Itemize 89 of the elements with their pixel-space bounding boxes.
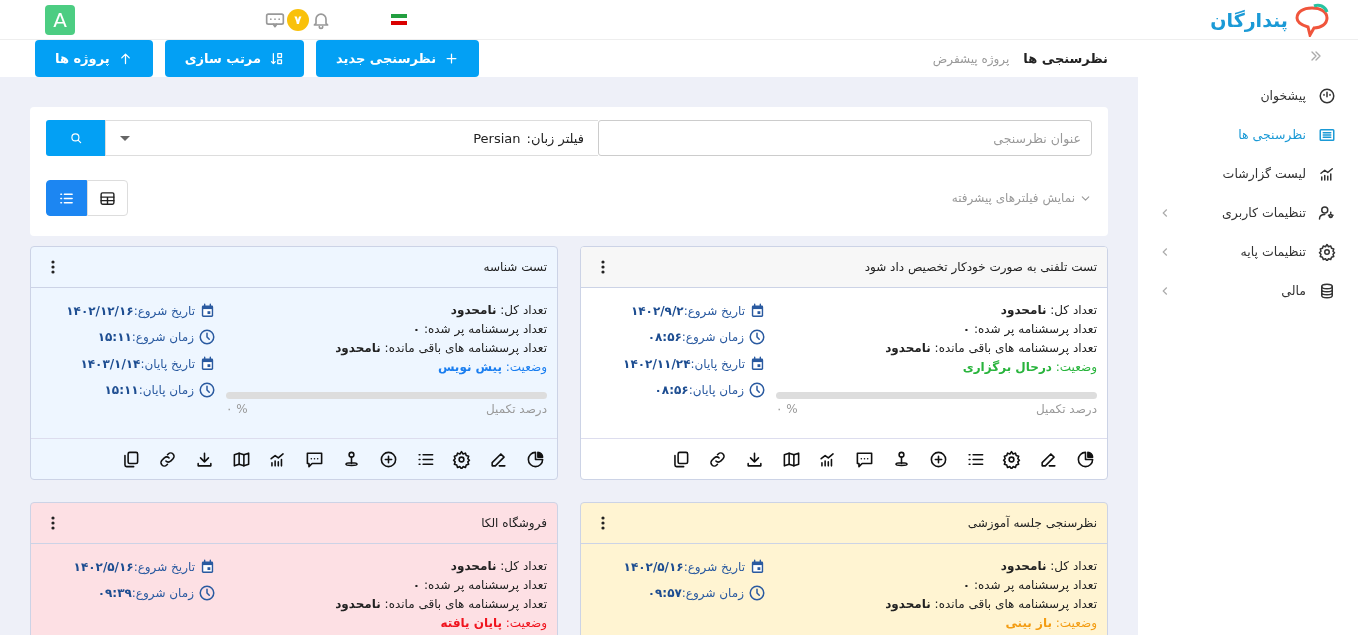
chat-icon[interactable] — [855, 449, 875, 469]
clock-icon — [198, 381, 216, 399]
stat-text: تعداد پرسشنامه های باقی مانده: نامحدود — [884, 340, 1097, 357]
date-text: تاریخ شروع:۱۴۰۲/۹/۲ — [630, 303, 745, 318]
calendar-icon — [199, 355, 216, 372]
sidebar-item[interactable]: لیست گزارشات — [1138, 154, 1358, 193]
page-title: نظرسنجی ها — [1023, 51, 1108, 66]
date-text: زمان شروع:۰۹:۵۷ — [647, 586, 744, 600]
card-title: نظرسنجی جلسه آموزشی — [967, 516, 1097, 530]
stat-text: تعداد کل: نامحدود — [999, 302, 1097, 319]
settings-icon[interactable] — [452, 449, 472, 469]
card-title: تست تلفنی به صورت خودکار تخصیص داد شود — [864, 260, 1097, 274]
date-text: تاریخ شروع:۱۴۰۲/۱۲/۱۶ — [66, 303, 195, 318]
status-text: وضعیت: درحال برگزاری — [961, 359, 1097, 376]
calendar-icon — [199, 558, 216, 575]
flag-icon[interactable] — [391, 14, 407, 25]
more-icon[interactable] — [51, 516, 55, 530]
calendar-icon — [749, 302, 766, 319]
gauge-icon — [1318, 86, 1336, 105]
clock-icon — [198, 584, 216, 602]
map-icon[interactable] — [781, 449, 801, 469]
date-text: زمان شروع:۰۹:۳۹ — [97, 586, 194, 600]
status-text: وضعیت: پیش نویس — [436, 359, 547, 376]
date-text: زمان پایان:۰۸:۵۶ — [654, 383, 744, 397]
copy-icon[interactable] — [121, 449, 141, 469]
stat-text: تعداد کل: نامحدود — [999, 558, 1097, 575]
stat-text: تعداد پرسشنامه پر شده: ۰ — [961, 321, 1097, 338]
date-text: تاریخ پایان:۱۴۰۲/۱۱/۲۴ — [623, 356, 745, 371]
date-text: تاریخ شروع:۱۴۰۲/۵/۱۶ — [623, 559, 745, 574]
download-icon[interactable] — [744, 449, 764, 469]
clock-icon — [748, 381, 766, 399]
progress-label: درصد تکمیل — [1035, 401, 1097, 418]
settings-icon[interactable] — [1002, 449, 1022, 469]
breadcrumb-text: پروژه پیشفرض — [932, 51, 1010, 66]
more-icon[interactable] — [601, 516, 605, 530]
add-icon[interactable] — [928, 449, 948, 469]
add-icon[interactable] — [378, 449, 398, 469]
download-icon[interactable] — [194, 449, 214, 469]
sidebar-item[interactable]: تنظیمات پایه — [1138, 232, 1358, 271]
pie-chart-icon[interactable] — [1076, 449, 1095, 469]
card-title: تست شناسه — [483, 260, 547, 274]
notification-badge: ۷ — [287, 8, 309, 31]
stat-text: تعداد پرسشنامه های باقی مانده: نامحدود — [334, 596, 547, 613]
copy-icon[interactable] — [671, 449, 691, 469]
more-icon[interactable] — [51, 260, 55, 274]
date-text: زمان پایان:۱۵:۱۱ — [104, 383, 194, 397]
stat-text: تعداد پرسشنامه پر شده: ۰ — [961, 577, 1097, 594]
map-icon[interactable] — [231, 449, 251, 469]
table-icon — [99, 189, 116, 207]
search-field[interactable]: عنوان نظرسنجی — [598, 120, 1092, 156]
calendar-icon — [749, 355, 766, 372]
settings-icon — [1318, 242, 1336, 261]
stat-text: تعداد پرسشنامه های باقی مانده: نامحدود — [884, 596, 1097, 613]
chat-icon[interactable] — [305, 449, 325, 469]
progress-label: درصد تکمیل — [485, 401, 547, 418]
card-title: فروشگاه الکا — [481, 516, 547, 530]
sort-icon — [269, 51, 284, 66]
clock-icon — [748, 328, 766, 346]
more-icon[interactable] — [601, 260, 605, 274]
date-text: زمان شروع:۱۵:۱۱ — [97, 330, 194, 344]
stat-text: تعداد کل: نامحدود — [449, 302, 547, 319]
calendar-icon — [199, 302, 216, 319]
stat-text: تعداد کل: نامحدود — [449, 558, 547, 575]
stat-text: تعداد پرسشنامه پر شده: ۰ — [411, 321, 547, 338]
sidebar-item[interactable]: پیشخوان — [1138, 76, 1358, 115]
date-text: تاریخ پایان:۱۴۰۳/۱/۱۴ — [80, 356, 195, 371]
date-text: تاریخ شروع:۱۴۰۲/۵/۱۶ — [73, 559, 195, 574]
logo-text: پندارگان — [1210, 8, 1288, 31]
plus-icon — [444, 51, 460, 66]
stat-text: تعداد پرسشنامه پر شده: ۰ — [411, 577, 547, 594]
progress-percent: ۰ % — [226, 401, 248, 418]
progress-percent: ۰ % — [776, 401, 798, 418]
status-text: وضعیت: باز بینی — [1004, 615, 1097, 632]
date-text: زمان شروع:۰۸:۵۶ — [647, 330, 744, 344]
table-view-button[interactable] — [87, 180, 128, 216]
link-icon[interactable] — [157, 449, 177, 469]
link-icon[interactable] — [707, 449, 727, 469]
clock-icon — [198, 328, 216, 346]
speech-bubble-logo-icon — [1294, 2, 1330, 37]
search-icon — [68, 131, 83, 145]
stat-text: تعداد پرسشنامه های باقی مانده: نامحدود — [334, 340, 547, 357]
status-text: وضعیت: پایان یافته — [439, 615, 547, 632]
sidebar-item[interactable]: تنظیمات کاربری — [1138, 193, 1358, 232]
calendar-icon — [749, 558, 766, 575]
coins-icon — [1318, 281, 1336, 300]
sidebar-item[interactable]: مالی — [1138, 271, 1358, 310]
pie-chart-icon[interactable] — [526, 449, 545, 469]
clock-icon — [748, 584, 766, 602]
user-gear-icon — [1318, 203, 1336, 222]
